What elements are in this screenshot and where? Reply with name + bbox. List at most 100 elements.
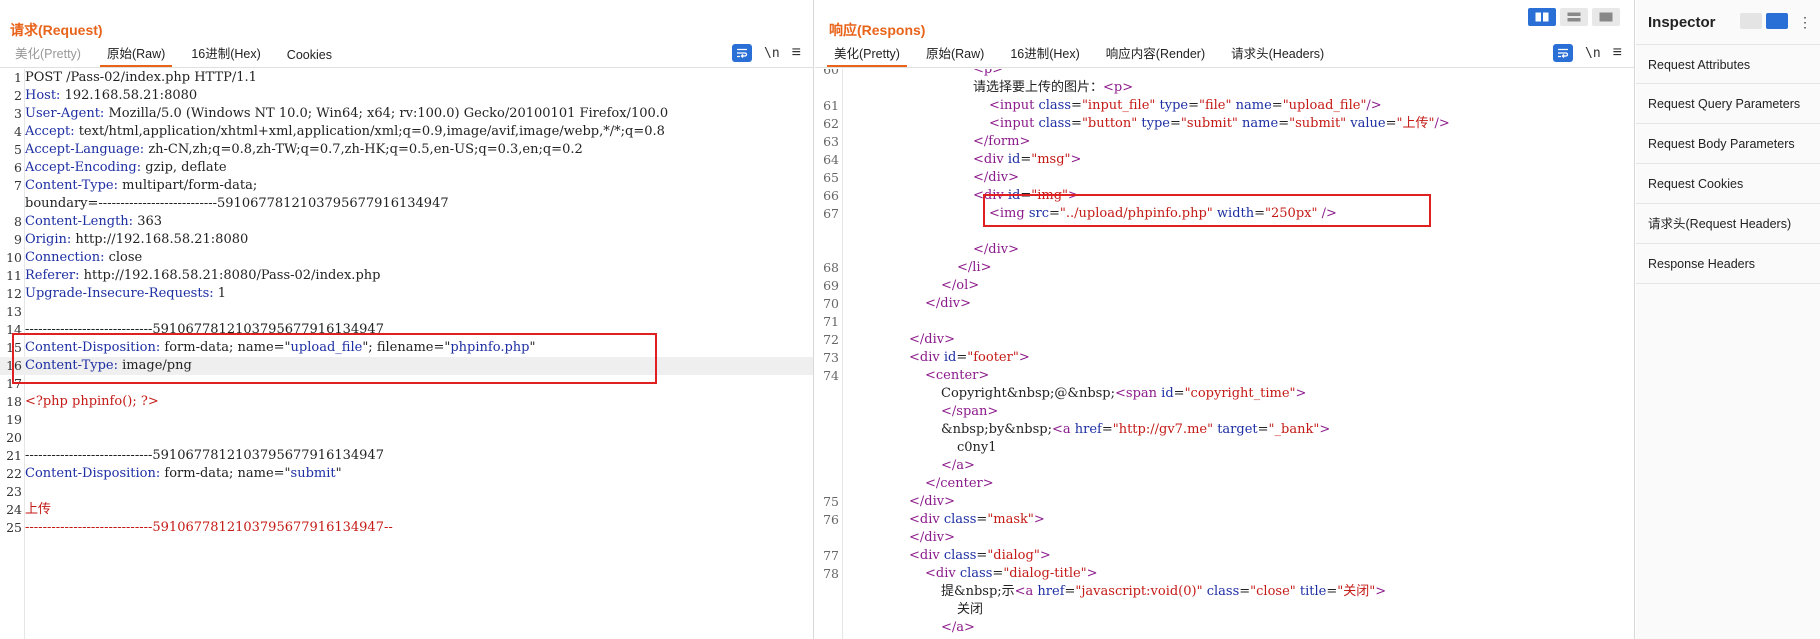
line-number: 1 bbox=[14, 70, 22, 85]
inspector-item[interactable]: Request Body Parameters bbox=[1636, 124, 1820, 164]
code-token: = bbox=[1169, 116, 1181, 131]
response-editor[interactable]: 60 <p> 请选择要上传的图片：<p> 61 <input class="input_… bbox=[815, 69, 1634, 639]
code-text: <input class="input_file" type="file" na… bbox=[845, 97, 1382, 115]
code-token: "dialog" bbox=[987, 548, 1040, 563]
code-token: </div> bbox=[909, 494, 955, 509]
code-token: name bbox=[1242, 116, 1279, 131]
inspector-layout-toggle bbox=[1740, 13, 1788, 29]
request-editor[interactable]: 1 POST /Pass-02/index.php HTTP/1.1 2 Host: … bbox=[0, 69, 813, 639]
code-token: "close" bbox=[1250, 584, 1300, 599]
tab-request-1[interactable]: 原始(Raw) bbox=[99, 43, 173, 67]
tab-response-0[interactable]: 美化(Pretty) bbox=[827, 43, 907, 67]
code-line: 15 Content-Disposition: form-data; name="… bbox=[0, 339, 813, 357]
code-token: target bbox=[1217, 422, 1258, 437]
code-text: 请选择要上传的图片：<p> bbox=[845, 79, 1133, 97]
code-text: <div id="footer"> bbox=[845, 349, 1030, 367]
code-line: 71 bbox=[815, 313, 1634, 331]
code-token: <input bbox=[989, 98, 1039, 113]
inspector-settings-icon[interactable]: ⋮ bbox=[1798, 14, 1812, 31]
line-number: 15 bbox=[6, 340, 22, 355]
line-number: 17 bbox=[6, 376, 22, 391]
code-token: http://192.168.58.21:8080 bbox=[75, 232, 249, 247]
inspector-item[interactable]: 请求头(Request Headers) bbox=[1636, 204, 1820, 244]
code-text: Content-Type: image/png bbox=[25, 357, 192, 375]
line-number: 9 bbox=[14, 232, 22, 247]
line-number: 76 bbox=[823, 512, 839, 527]
line-number: 8 bbox=[14, 214, 22, 229]
wrap-lines-icon[interactable] bbox=[732, 44, 752, 62]
code-token: "上传" bbox=[1396, 116, 1435, 131]
code-token: = bbox=[1239, 584, 1251, 599]
code-text: </div> bbox=[845, 241, 1019, 259]
code-line: </a> bbox=[815, 619, 1634, 637]
code-text: </span> bbox=[845, 403, 998, 421]
line-number: 71 bbox=[823, 314, 839, 329]
code-token: Copyright&nbsp;@&nbsp; bbox=[941, 386, 1116, 401]
inspector-item[interactable]: Request Query Parameters bbox=[1636, 84, 1820, 124]
code-token: <div bbox=[909, 512, 944, 527]
layout-stacked-icon[interactable] bbox=[1560, 8, 1588, 26]
code-token: 1 bbox=[217, 286, 227, 301]
code-line: 63 </form> bbox=[815, 133, 1634, 151]
line-number: 2 bbox=[14, 88, 22, 103]
show-newlines-button[interactable]: \n bbox=[1585, 46, 1601, 61]
tab-request-2[interactable]: 16进制(Hex) bbox=[184, 43, 267, 67]
code-token: "submit" bbox=[1289, 116, 1351, 131]
tab-response-2[interactable]: 16进制(Hex) bbox=[1003, 43, 1086, 67]
line-number: 19 bbox=[6, 412, 22, 427]
code-token: </a> bbox=[941, 620, 975, 635]
request-pane: 请求(Request) 美化(Pretty) 原始(Raw) 16进制(Hex) Co… bbox=[0, 0, 814, 639]
line-number: 65 bbox=[823, 170, 839, 185]
wrap-lines-icon[interactable] bbox=[1553, 44, 1573, 62]
inspector-item[interactable]: Request Cookies bbox=[1636, 164, 1820, 204]
code-token: Referer: bbox=[25, 268, 84, 283]
request-title: 请求(Request) bbox=[10, 22, 103, 38]
tab-response-1[interactable]: 原始(Raw) bbox=[919, 43, 991, 67]
code-token: = bbox=[976, 512, 988, 527]
code-token: </div> bbox=[909, 530, 955, 545]
tab-request-0[interactable]: 美化(Pretty) bbox=[8, 43, 88, 67]
tab-request-3[interactable]: Cookies bbox=[280, 48, 339, 67]
code-token: = bbox=[1278, 116, 1290, 131]
show-newlines-button[interactable]: \n bbox=[764, 46, 780, 61]
code-text: 提&nbsp;示<a href="javascript:void(0)" cla… bbox=[845, 583, 1386, 601]
inspector-item[interactable]: Response Headers bbox=[1636, 244, 1820, 284]
code-line: 61 <input class="input_file" type="file" … bbox=[815, 97, 1634, 115]
response-pane: 响应(Respons) 美化(Pretty) 原始(Raw) 16进制(Hex) 响应… bbox=[815, 0, 1635, 639]
code-text: Origin: http://192.168.58.21:8080 bbox=[25, 231, 248, 249]
code-line: 20 bbox=[0, 429, 813, 447]
code-line: 18 <?php phpinfo(); ?> bbox=[0, 393, 813, 411]
code-token: </a> bbox=[941, 458, 975, 473]
code-line: 13 bbox=[0, 303, 813, 321]
inspector-item[interactable]: Request Attributes bbox=[1636, 44, 1820, 84]
code-token: /> bbox=[1366, 98, 1382, 113]
code-line: </a> bbox=[815, 457, 1634, 475]
code-text: POST /Pass-02/index.php HTTP/1.1 bbox=[25, 69, 257, 87]
code-text: </div> bbox=[845, 169, 1019, 187]
code-token: = bbox=[1071, 98, 1082, 113]
inspector-layout-icon[interactable] bbox=[1740, 13, 1762, 29]
hamburger-menu-icon[interactable]: ≡ bbox=[1613, 45, 1622, 61]
code-token: "input_file" bbox=[1081, 98, 1160, 113]
layout-side-by-side-icon[interactable] bbox=[1528, 8, 1556, 26]
code-token: </li> bbox=[957, 260, 992, 275]
code-line: 69 </ol> bbox=[815, 277, 1634, 295]
tab-response-4[interactable]: 请求头(Headers) bbox=[1224, 43, 1331, 67]
hamburger-menu-icon[interactable]: ≡ bbox=[792, 45, 801, 61]
code-line: 73 <div id="footer"> bbox=[815, 349, 1634, 367]
tab-response-3[interactable]: 响应内容(Render) bbox=[1099, 43, 1212, 67]
code-token: "img" bbox=[1031, 188, 1069, 203]
code-token: = bbox=[956, 350, 968, 365]
inspector-layout-active-icon[interactable] bbox=[1766, 13, 1788, 29]
code-token: "submit" bbox=[1180, 116, 1243, 131]
code-text: Accept-Language: zh-CN,zh;q=0.8,zh-TW;q=… bbox=[25, 141, 583, 159]
code-line: 65 </div> bbox=[815, 169, 1634, 187]
code-token: </span> bbox=[941, 404, 999, 419]
code-line: 19 bbox=[0, 411, 813, 429]
line-number: 61 bbox=[823, 98, 839, 113]
code-line: &nbsp;by&nbsp;<a href="http://gv7.me" ta… bbox=[815, 421, 1634, 439]
code-token: " bbox=[529, 340, 536, 355]
layout-tabs-icon[interactable] bbox=[1592, 8, 1620, 26]
code-token: zh-CN,zh;q=0.8,zh-TW;q=0.7,zh-HK;q=0.5,e… bbox=[148, 142, 583, 157]
line-number: 20 bbox=[6, 430, 22, 445]
